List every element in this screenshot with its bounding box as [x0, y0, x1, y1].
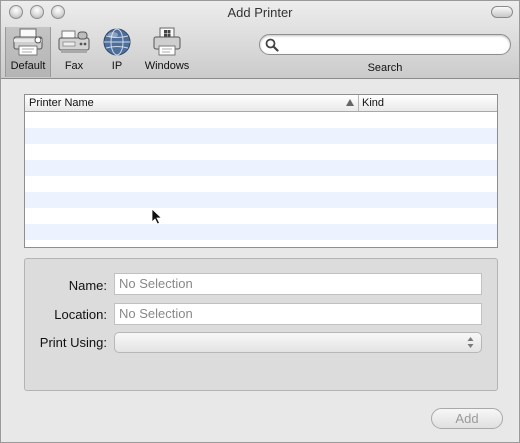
popup-arrows-icon	[467, 337, 474, 348]
toolbar-fax-label: Fax	[64, 60, 84, 72]
globe-icon	[103, 28, 131, 56]
name-label: Name:	[68, 278, 107, 293]
mouse-pointer-icon	[151, 208, 163, 225]
toolbar-default-button[interactable]: Default	[5, 27, 51, 77]
empty-row	[25, 192, 497, 208]
printer-details-group: Name: No Selection Location: No Selectio…	[24, 258, 498, 391]
empty-row	[25, 144, 497, 160]
location-field[interactable]: No Selection	[114, 303, 482, 325]
printer-list[interactable]: Printer Name Kind	[24, 94, 498, 248]
column-header-printer-name[interactable]: Printer Name	[25, 95, 359, 111]
search-label: Search	[367, 62, 403, 74]
add-button[interactable]: Add	[431, 408, 503, 429]
search-input[interactable]	[282, 37, 504, 52]
toolbar-fax-button[interactable]: Fax	[57, 27, 91, 77]
empty-row	[25, 160, 497, 176]
empty-row	[25, 128, 497, 144]
search-field[interactable]	[259, 34, 511, 55]
window-title: Add Printer	[227, 5, 293, 20]
list-header: Printer Name Kind	[25, 95, 497, 112]
column-header-kind[interactable]: Kind	[360, 95, 497, 111]
column-header-printer-name-label: Printer Name	[29, 97, 94, 109]
sort-ascending-icon	[346, 99, 354, 106]
name-field[interactable]: No Selection	[114, 273, 482, 295]
toolbar-windows-button[interactable]: Windows	[139, 27, 195, 77]
location-label: Location:	[54, 307, 107, 322]
toolbar-windows-label: Windows	[144, 60, 190, 72]
empty-row	[25, 112, 497, 128]
toolbar-ip-button[interactable]: IP	[99, 27, 135, 77]
fax-icon	[58, 30, 90, 53]
search-icon	[265, 38, 279, 52]
printer-icon	[13, 28, 43, 56]
print-using-popup[interactable]	[114, 332, 482, 353]
toolbar-ip-label: IP	[111, 60, 123, 72]
empty-row	[25, 224, 497, 240]
toolbar-default-label: Default	[10, 60, 46, 72]
list-rows	[25, 112, 497, 240]
add-printer-window: Add Printer Default Fax IP Windows Searc…	[0, 0, 520, 443]
empty-row	[25, 176, 497, 192]
empty-row	[25, 208, 497, 224]
toolbar-toggle-button[interactable]	[491, 6, 513, 18]
print-using-label: Print Using:	[39, 335, 107, 350]
windows-printer-icon	[153, 27, 181, 56]
column-header-kind-label: Kind	[362, 97, 385, 109]
toolbar: Add Printer Default Fax IP Windows Searc…	[1, 1, 519, 79]
